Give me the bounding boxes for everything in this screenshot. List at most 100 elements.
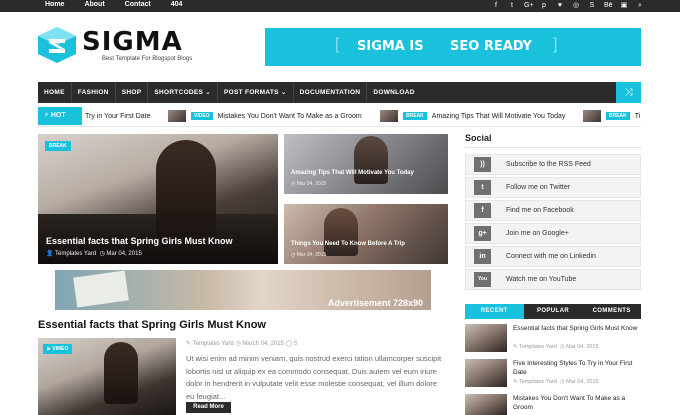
ticker-item[interactable]: BREAK Ti [583,107,640,125]
top-nav-contact[interactable]: Contact [125,0,151,12]
ticker-item[interactable]: Try in Your First Date [85,107,151,125]
ticker-item[interactable]: VIDEO Mistakes You Don't Want To Make as… [168,107,362,125]
recent-post-item[interactable]: Five Interesting Styles To Try in Your F… [465,359,641,389]
ticker-thumbnail[interactable] [168,110,186,122]
post-category-tag[interactable]: ▶ VIMEO [43,344,73,354]
twitter-icon[interactable]: t [508,0,516,12]
search-icon[interactable]: ⌕ [636,0,644,12]
category-tag[interactable]: BREAK [45,141,71,151]
ad-label: Advertisement 728x90 [327,298,423,308]
social-link-twitter[interactable]: t Follow me on Twitter [465,177,641,198]
ticker-tag: BREAK [403,112,427,120]
social-link-youtube[interactable]: You Watch me on YouTube [465,269,641,290]
rss-icon: )) [474,157,491,172]
featured-image-figure [156,140,216,240]
featured-title[interactable]: Amazing Tips That Will Motivate You Toda… [291,170,414,176]
featured-meta: 👤 Templates Yard ◷ Mar 04, 2015 [46,251,142,257]
instagram-icon[interactable]: ◎ [572,0,580,12]
recent-post-thumbnail[interactable] [465,394,507,415]
social-link-label: Join me on Google+ [506,230,569,237]
social-link-google-plus[interactable]: g+ Join me on Google+ [465,223,641,244]
recent-post-title[interactable]: Five Interesting Styles To Try in Your F… [513,359,639,377]
tab-comments[interactable]: COMMENTS [582,304,641,319]
ticker-thumbnail[interactable] [583,110,601,122]
recent-post-item[interactable]: Mistakes You Don't Want To Make as a Gro… [465,394,641,415]
google-plus-icon[interactable]: G+ [524,0,534,12]
news-ticker: ⚡ HOT Try in Your First Date VIDEO Mista… [38,107,641,125]
recent-post-thumbnail[interactable] [465,324,507,352]
read-more-button[interactable]: Read More [186,402,231,413]
recent-post-meta: ✎ Templates Yard ◷ Mar 04, 2015 [513,344,599,350]
linkedin-icon: in [474,249,491,264]
nav-download[interactable]: DOWNLOAD [367,82,420,103]
recent-post-title[interactable]: Mistakes You Don't Want To Make as a Gro… [513,394,639,412]
ticker-item[interactable]: BREAK Amazing Tips That Will Motivate Yo… [380,107,565,125]
featured-image-figure [324,208,358,256]
heart-icon[interactable]: ♥ [556,0,564,12]
recent-post-item[interactable]: Essential facts that Spring Girls Must K… [465,324,641,354]
ticker-tag: VIDEO [191,112,213,120]
skype-icon[interactable]: S [588,0,596,12]
featured-title[interactable]: Things You Need To Know Before A Trip [291,241,405,247]
recent-post-title[interactable]: Essential facts that Spring Girls Must K… [513,324,639,333]
main-nav: HOME FASHION SHOP SHORTCODES ⌄ POST FORM… [38,82,641,103]
behance-icon[interactable]: Bē [604,0,613,12]
social-link-linkedin[interactable]: in Connect with me on Linkedin [465,246,641,267]
featured-image-figure [354,136,388,184]
post-meta: ✎ Templates Yard ◷ March 04, 2015 ◯ 5 [186,341,298,347]
site-logo-title[interactable]: SIGMA [82,28,183,56]
top-social-icons: f t G+ p ♥ ◎ S Bē ▣ ⌕ [492,0,644,12]
tab-popular[interactable]: POPULAR [524,304,583,319]
top-nav-home[interactable]: Home [45,0,64,12]
banner-bracket-icon: ] [553,36,558,53]
tab-recent[interactable]: RECENT [465,304,524,319]
nav-fashion[interactable]: FASHION [72,82,115,103]
social-link-label: Follow me on Twitter [506,184,571,191]
nav-documentation[interactable]: DOCUMENTATION [294,82,367,103]
shuffle-icon[interactable]: ⤨ [616,82,641,103]
top-nav-404[interactable]: 404 [171,0,183,12]
featured-title[interactable]: Essential facts that Spring Girls Must K… [46,236,233,246]
ticker-tag: BREAK [606,112,630,120]
featured-post-large[interactable]: BREAK Essential facts that Spring Girls … [38,134,278,264]
nav-shop[interactable]: SHOP [116,82,148,103]
nav-home[interactable]: HOME [38,82,71,103]
banner-text-1: SIGMA IS [357,39,424,54]
nav-post-formats[interactable]: POST FORMATS ⌄ [218,82,293,103]
youtube-icon: You [474,272,491,287]
social-link-label: Subscribe to the RSS Feed [506,161,591,168]
recent-post-meta: ✎ Templates Yard ◷ Mar 04, 2015 [513,379,599,385]
pinterest-icon[interactable]: p [540,0,548,12]
social-link-rss[interactable]: )) Subscribe to the RSS Feed [465,154,641,175]
social-link-label: Watch me on YouTube [506,276,577,283]
twitter-icon: t [474,180,491,195]
ticker-thumbnail[interactable] [380,110,398,122]
facebook-icon[interactable]: f [492,0,500,12]
social-link-facebook[interactable]: f Find me on Facebook [465,200,641,221]
post-thumbnail[interactable]: ▶ VIMEO [38,338,176,415]
top-nav-about[interactable]: About [84,0,104,12]
post-title[interactable]: Essential facts that Spring Girls Must K… [38,319,266,331]
top-bar: Home About Contact 404 f t G+ p ♥ ◎ S Bē… [0,0,680,12]
post-image-figure [104,342,138,404]
ad-image [73,270,129,308]
divider [38,126,641,127]
sidebar-tabs: RECENT POPULAR COMMENTS [465,304,641,319]
facebook-icon: f [474,203,491,218]
divider [465,147,641,148]
recent-post-thumbnail[interactable] [465,359,507,387]
sidebar-social-heading: Social [465,133,492,143]
site-tagline: Best Template For Blogspot Blogs [102,56,193,62]
logo-icon[interactable] [38,27,76,63]
advertisement-banner[interactable]: Advertisement 728x90 [55,270,431,310]
header-banner-ad[interactable]: [ SIGMA IS SEO READY ] [265,28,641,66]
ticker-hot-label: ⚡ HOT [38,107,82,125]
banner-text-2: SEO READY [450,39,533,54]
featured-date: ◷ Mar 04, 2015 [291,252,327,258]
google-plus-icon: g+ [474,226,491,241]
post-excerpt: Ut wisi enim ad minim veniam, quis nostr… [186,354,442,401]
nav-shortcodes[interactable]: SHORTCODES ⌄ [148,82,217,103]
featured-post-small[interactable]: Amazing Tips That Will Motivate You Toda… [284,134,448,194]
featured-post-small[interactable]: Things You Need To Know Before A Trip ◷ … [284,204,448,264]
foursquare-icon[interactable]: ▣ [620,0,628,12]
